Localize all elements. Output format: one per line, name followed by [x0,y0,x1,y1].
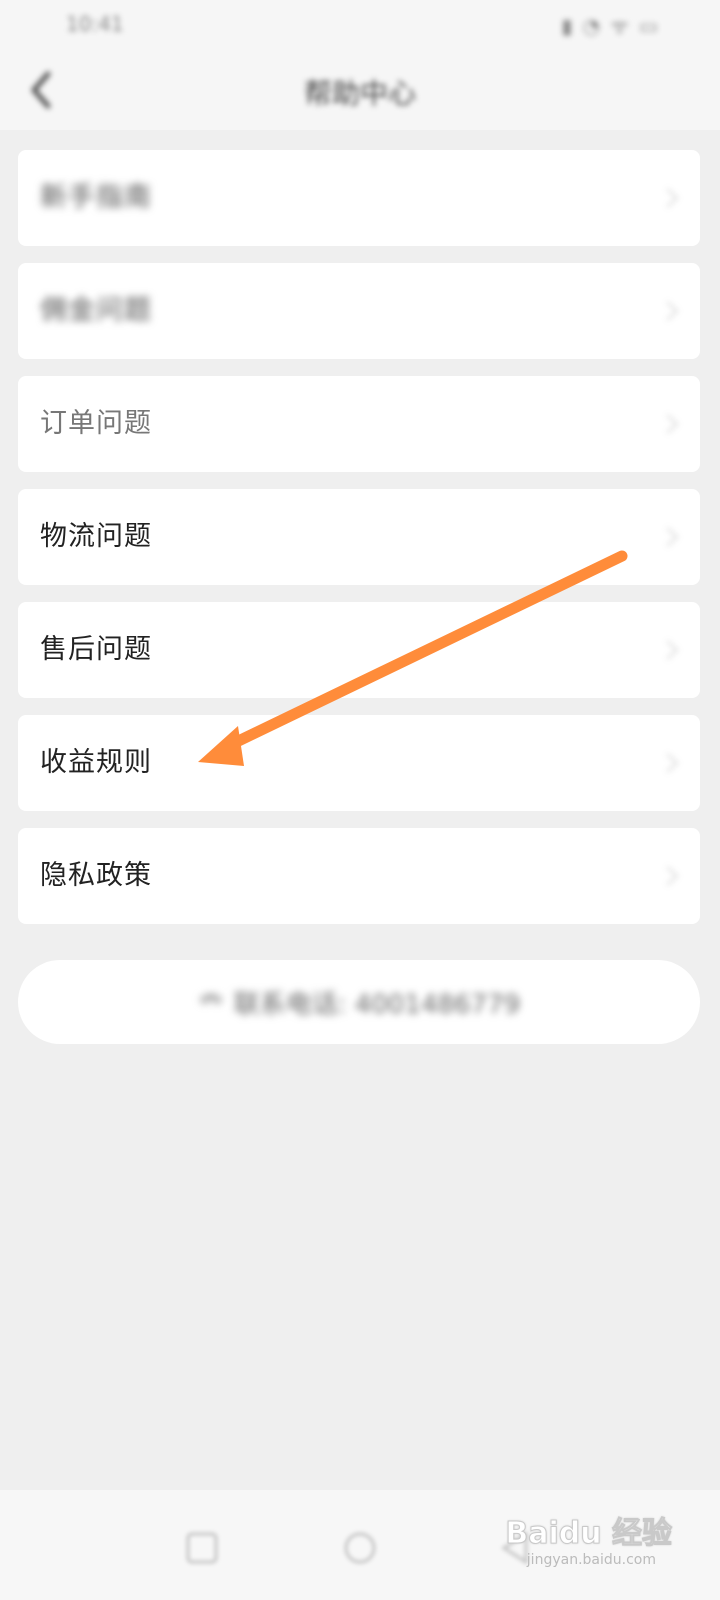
page-title: 帮助中心 [303,77,416,110]
menu-item-privacy-policy[interactable]: 隐私政策 [18,828,700,924]
chevron-right-icon [662,864,682,888]
menu-item-label: 佣金问题 [40,295,152,326]
status-bar: 10:41 ▮ ◔ ᯤ ▭ [0,0,720,50]
chevron-right-icon [662,299,682,323]
watermark-brand: Baidu 经验 [505,1516,673,1552]
menu-item-label: 物流问题 [40,521,152,552]
menu-item-label: 订单问题 [40,408,152,439]
watermark: Baidu 经验 jingyan.baidu.com [505,1508,673,1580]
menu-item-label: 新手指南 [40,182,152,213]
watermark-url: jingyan.baidu.com [526,1552,656,1568]
status-icons: ▮ ◔ ᯤ ▭ [561,14,660,38]
menu-item-beginner-guide[interactable]: 新手指南 [18,150,700,246]
contact-phone-button[interactable]: 联系电话: 4001486779 [18,960,700,1044]
menu-item-order[interactable]: 订单问题 [18,376,700,472]
contact-phone-label: 联系电话: 4001486779 [233,989,521,1020]
menu-item-label: 收益规则 [40,747,152,778]
chevron-right-icon [662,412,682,436]
help-menu-list: 新手指南 佣金问题 订单问题 物流问题 售后问题 收益规则 隐私政策 [18,150,700,941]
app-header: 帮助中心 [0,50,720,130]
menu-item-label: 售后问题 [40,634,152,665]
menu-item-after-sales[interactable]: 售后问题 [18,602,700,698]
circle-icon [344,1532,376,1564]
chevron-right-icon [662,751,682,775]
recent-apps-button[interactable] [182,1528,222,1568]
status-time: 10:41 [66,12,124,36]
chevron-right-icon [662,638,682,662]
menu-item-label: 隐私政策 [40,860,152,891]
phone-icon [199,994,223,1005]
chevron-right-icon [662,525,682,549]
chevron-right-icon [662,186,682,210]
menu-item-earnings-rules[interactable]: 收益规则 [18,715,700,811]
menu-item-logistics[interactable]: 物流问题 [18,489,700,585]
home-button[interactable] [340,1528,380,1568]
menu-item-commission[interactable]: 佣金问题 [18,263,700,359]
square-icon [186,1532,218,1564]
